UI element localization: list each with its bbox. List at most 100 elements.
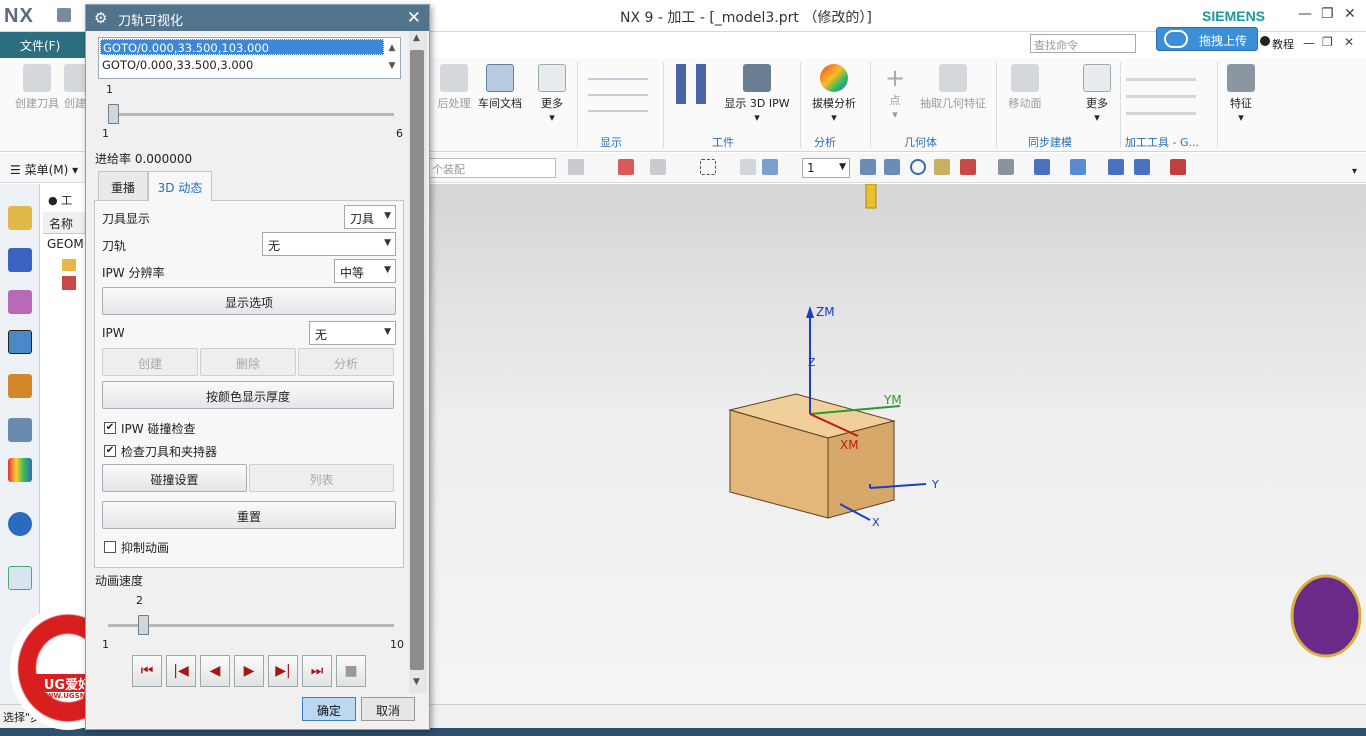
toolbar-expand-icon[interactable]: ▾: [1352, 166, 1357, 177]
ok-button[interactable]: 确定: [302, 697, 356, 721]
move-icon[interactable]: [1108, 159, 1124, 175]
postprocess-button[interactable]: 后处理: [434, 64, 474, 111]
layer-select[interactable]: 1 ▼: [802, 158, 850, 178]
section-icon[interactable]: [1070, 159, 1086, 175]
tab-3d-dynamic[interactable]: 3D 动态: [148, 171, 212, 201]
group-display[interactable]: 显示: [600, 134, 622, 150]
list-button[interactable]: 列表: [249, 464, 394, 492]
doc-close-icon[interactable]: ✕: [1344, 35, 1354, 49]
reuse-library-icon[interactable]: [8, 418, 32, 442]
group-workpiece[interactable]: 工件: [712, 134, 734, 150]
fast-forward-button[interactable]: ⏭: [302, 655, 332, 687]
gear-icon[interactable]: ⚙: [94, 9, 107, 27]
close-window-icon[interactable]: ✕: [1344, 6, 1356, 22]
rewind-to-start-button[interactable]: ⏮: [132, 655, 162, 687]
tutorial-link[interactable]: 教程: [1272, 36, 1294, 52]
group-sync-modeling[interactable]: 同步建模: [1028, 134, 1072, 150]
create-button[interactable]: 创建: [64, 64, 86, 111]
box-select-icon[interactable]: [700, 159, 716, 175]
doc-restore-icon[interactable]: ❐: [1322, 35, 1333, 49]
cancel-button[interactable]: 取消: [361, 697, 415, 721]
create-ipw-button[interactable]: 创建: [102, 348, 198, 376]
rotate-icon[interactable]: [910, 159, 926, 175]
history-icon[interactable]: [8, 566, 32, 590]
delete-ipw-button[interactable]: 删除: [200, 348, 296, 376]
list-item[interactable]: GOTO/0.000,33.500,103.000: [100, 39, 384, 55]
step-slider-thumb[interactable]: [108, 104, 119, 124]
minimize-icon[interactable]: —: [1298, 6, 1312, 22]
machine-navigator-icon[interactable]: [8, 374, 32, 398]
more-button-1[interactable]: 更多 ▾: [535, 64, 569, 124]
save-icon[interactable]: [57, 8, 71, 22]
more-button-2[interactable]: 更多 ▾: [1080, 64, 1114, 124]
tool-display-select[interactable]: 刀具 ▼: [344, 205, 396, 229]
move-face-button[interactable]: 移动面: [1005, 64, 1045, 111]
list-scrollbar[interactable]: ▲ ▼: [385, 39, 399, 77]
scroll-up-icon[interactable]: ▲: [413, 33, 420, 43]
color-thickness-button[interactable]: 按颜色显示厚度: [102, 381, 394, 409]
shade-icon[interactable]: [740, 159, 756, 175]
doc-minimize-icon[interactable]: —: [1303, 36, 1315, 50]
info-icon[interactable]: [8, 512, 32, 536]
zoom-icon[interactable]: [884, 159, 900, 175]
ipw-collision-checkbox[interactable]: ✔: [104, 422, 116, 434]
animation-speed-thumb[interactable]: [138, 615, 150, 635]
goto-list[interactable]: GOTO/0.000,33.500,103.000 GOTO/0.000,33.…: [98, 37, 401, 79]
step-forward-button[interactable]: ▶|: [268, 655, 298, 687]
list-item[interactable]: GOTO/0.000,33.500,3.000: [100, 57, 384, 73]
constraint-navigator-icon[interactable]: [8, 290, 32, 314]
feature-button[interactable]: 特征 ▾: [1224, 64, 1258, 124]
group-geometry[interactable]: 几何体: [904, 134, 937, 150]
operation-navigator-icon[interactable]: [8, 330, 32, 354]
pan-icon[interactable]: [934, 159, 950, 175]
draft-analysis-button[interactable]: 拔模分析 ▾: [808, 64, 860, 124]
fit-icon[interactable]: [860, 159, 876, 175]
display-tools-icons[interactable]: [588, 64, 648, 124]
analyze-ipw-button[interactable]: 分析: [298, 348, 394, 376]
workpiece-tools-icons[interactable]: [676, 64, 716, 104]
menu-button[interactable]: ☰ 菜单(M) ▾: [10, 161, 78, 178]
roles-icon[interactable]: [8, 458, 32, 482]
display-options-button[interactable]: 显示选项: [102, 287, 396, 315]
play-forward-button[interactable]: ▶: [234, 655, 264, 687]
tab-replay[interactable]: 重播: [98, 171, 148, 201]
suppress-animation-checkbox[interactable]: [104, 541, 116, 553]
measure-icon[interactable]: [1170, 159, 1186, 175]
cube-icon[interactable]: [762, 159, 778, 175]
assembly-filter[interactable]: 个装配: [428, 158, 556, 178]
machining-tools-icons[interactable]: [1126, 64, 1196, 124]
ipw-resolution-select[interactable]: 中等 ▼: [334, 259, 396, 283]
assembly-navigator-icon[interactable]: [8, 248, 32, 272]
restore-icon[interactable]: ❐: [1321, 6, 1334, 22]
filter-icon[interactable]: [650, 159, 666, 175]
wcs-icon[interactable]: [1134, 159, 1150, 175]
view-icon[interactable]: [960, 159, 976, 175]
group-analysis[interactable]: 分析: [814, 134, 836, 150]
stop-button[interactable]: ■: [336, 655, 366, 687]
extract-geometry-button[interactable]: 抽取几何特征: [918, 64, 988, 111]
collision-settings-button[interactable]: 碰撞设置: [102, 464, 247, 492]
dialog-scrollbar-thumb[interactable]: [410, 50, 424, 670]
render-icon[interactable]: [998, 159, 1014, 175]
step-back-button[interactable]: |◀: [166, 655, 196, 687]
snap-icon[interactable]: [568, 159, 584, 175]
create-tool-button[interactable]: 创建刀具: [12, 64, 62, 111]
ipw-select[interactable]: 无 ▼: [309, 321, 396, 345]
step-slider-track[interactable]: [108, 113, 394, 116]
search-command-input[interactable]: 查找命令: [1030, 34, 1136, 53]
column-name-header[interactable]: 名称: [43, 212, 89, 234]
play-reverse-button[interactable]: ◀: [200, 655, 230, 687]
point-button[interactable]: + 点 ▾: [880, 64, 910, 121]
file-menu[interactable]: 文件(F): [0, 32, 85, 58]
3d-scene[interactable]: ZM YM XM Z Y X: [430, 184, 1366, 704]
part-navigator-icon[interactable]: [8, 206, 32, 230]
reset-button[interactable]: 重置: [102, 501, 396, 529]
scroll-down-icon[interactable]: ▼: [413, 677, 420, 687]
select-icon[interactable]: [618, 159, 634, 175]
show-3d-ipw-button[interactable]: 显示 3D IPW ▾: [724, 64, 790, 124]
check-tool-holder-checkbox[interactable]: ✔: [104, 445, 116, 457]
group-machining-tools[interactable]: 加工工具 - G...: [1125, 134, 1199, 150]
shop-doc-button[interactable]: 车间文档: [476, 64, 524, 111]
geometry-view-row[interactable]: GEOM: [47, 237, 84, 251]
toolpath-select[interactable]: 无 ▼: [262, 232, 396, 256]
